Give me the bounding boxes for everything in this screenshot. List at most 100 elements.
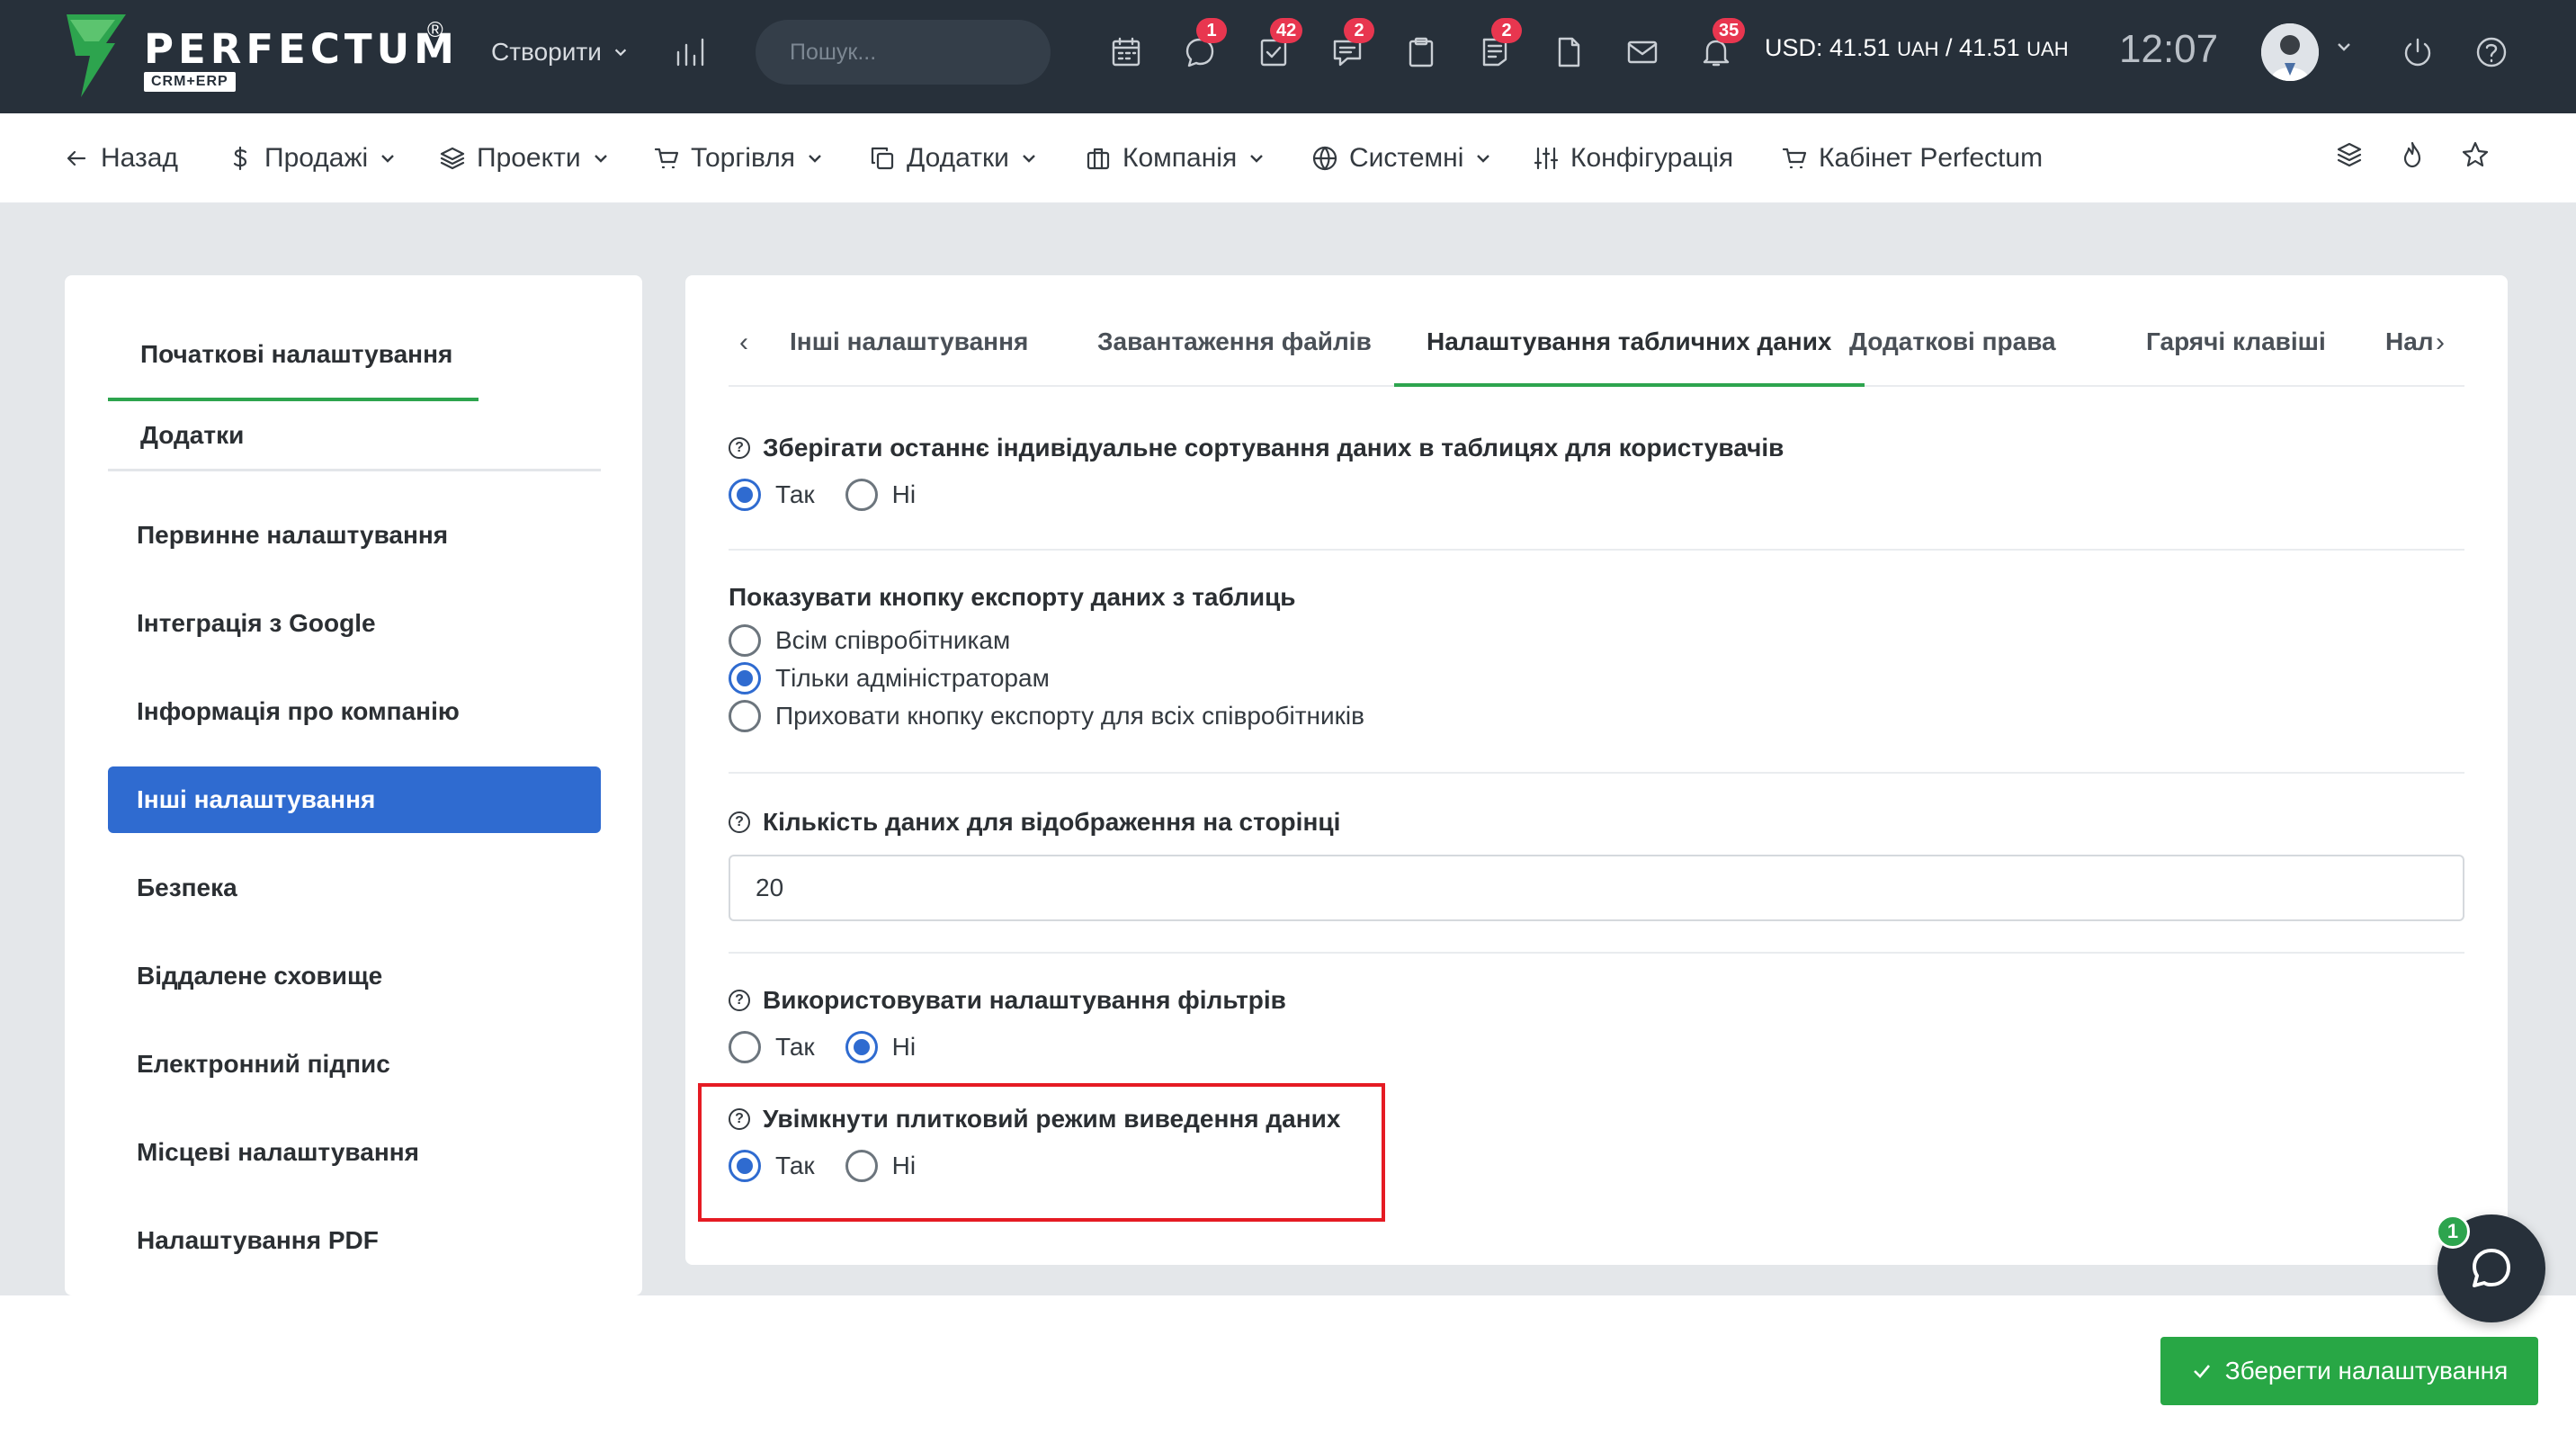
create-label: Створити	[491, 38, 602, 66]
radio-unchecked[interactable]	[729, 1031, 761, 1063]
sidebar-item-e-signature[interactable]: Електронний підпис	[108, 1031, 601, 1098]
nav-system-label: Системні	[1349, 143, 1464, 173]
tab-initial-settings[interactable]: Початкові налаштування	[108, 340, 479, 401]
logo-text: PERFECTUM	[144, 25, 459, 73]
nav-addons[interactable]: Додатки	[869, 140, 1038, 176]
sidebar-item-label: Первинне налаштування	[137, 521, 449, 549]
tab-label: Завантаження файлів	[1097, 327, 1372, 355]
help-icon[interactable]: ?	[729, 811, 750, 833]
clipboard-icon[interactable]	[1400, 31, 1443, 74]
sidebar-item-company-info[interactable]: Інформація про компанію	[108, 678, 601, 745]
export-all-radio[interactable]: Всім співробітникам	[729, 624, 2464, 657]
chevron-down-icon[interactable]	[2335, 38, 2353, 56]
radio-unchecked[interactable]	[845, 479, 878, 511]
tabs-next-arrow-icon[interactable]: ›	[2436, 327, 2445, 358]
search-box[interactable]	[756, 20, 1079, 85]
sort-yes-radio[interactable]: Так	[729, 479, 815, 511]
export-hide-radio[interactable]: Приховати кнопку експорту для всіх співр…	[729, 700, 2464, 732]
currency-rate: USD: 41.51 UAH / 41.51 UAH	[1765, 34, 2069, 62]
tab-hotkeys[interactable]: Гарячі клавіші	[2146, 318, 2326, 387]
tabs-prev-arrow-icon[interactable]: ‹	[739, 327, 748, 358]
export-admins-radio[interactable]: Тільки адміністраторам	[729, 662, 2464, 695]
currency-unit: UAH	[2026, 38, 2069, 60]
chevron-down-icon	[1477, 155, 1490, 163]
tab-additional-rights[interactable]: Додаткові права	[1849, 318, 2056, 387]
arrow-left-icon	[67, 150, 86, 166]
tasks-badge: 42	[1270, 18, 1303, 43]
main-navigation: Назад Продажі Проекти Торгівля Додатки К…	[0, 113, 2576, 203]
support-badge: 2	[1344, 18, 1374, 43]
nav-company[interactable]: Компанія	[1085, 140, 1266, 176]
star-icon[interactable]	[2461, 140, 2493, 173]
nav-cabinet[interactable]: Кабінет Perfectum	[1781, 140, 2043, 176]
sort-no-radio[interactable]: Ні	[845, 479, 916, 511]
sidebar-item-remote-storage[interactable]: Віддалене сховище	[108, 943, 601, 1009]
nav-projects[interactable]: Проекти	[439, 140, 610, 176]
logo-registered-mark: ®	[427, 18, 443, 42]
logo-mark-icon	[67, 14, 126, 97]
highlight-annotation-box	[698, 1083, 1385, 1222]
chat-icon[interactable]: 1	[1178, 18, 1227, 74]
perfectum-logo[interactable]: PERFECTUM ® CRM+ERP	[63, 13, 459, 99]
check-icon	[2193, 1365, 2210, 1378]
save-settings-button[interactable]: Зберегти налаштування	[2160, 1337, 2538, 1405]
sidebar-item-pdf-settings[interactable]: Налаштування PDF	[108, 1207, 601, 1274]
tasks-icon[interactable]: 42	[1252, 18, 1303, 74]
sidebar-item-security[interactable]: Безпека	[108, 855, 601, 921]
per-page-input[interactable]	[729, 855, 2464, 921]
help-icon[interactable]	[2470, 31, 2513, 74]
mail-icon[interactable]	[1621, 31, 1664, 74]
tab-label: Додаткові права	[1849, 327, 2056, 355]
logo-subtitle: CRM+ERP	[144, 72, 236, 92]
tab-addons[interactable]: Додатки	[108, 414, 601, 471]
sidebar-item-label: Інформація про компанію	[137, 697, 460, 725]
top-bar: PERFECTUM ® CRM+ERP Створити 1 42 2 2	[0, 0, 2576, 113]
nav-configuration[interactable]: Конфігурація	[1533, 140, 1733, 176]
power-icon[interactable]	[2396, 31, 2439, 74]
nav-sales[interactable]: Продажі	[227, 140, 397, 176]
document-icon[interactable]	[1547, 31, 1590, 74]
notes-icon[interactable]: 2	[1473, 18, 1522, 74]
tab-other-settings[interactable]: Інші налаштування	[790, 318, 1028, 387]
sidebar-item-primary-setup[interactable]: Первинне налаштування	[108, 502, 601, 569]
chevron-down-icon	[381, 155, 395, 163]
tab-file-upload[interactable]: Завантаження файлів	[1097, 318, 1372, 387]
nav-system[interactable]: Системні	[1311, 140, 1492, 176]
setting-label-text: Показувати кнопку експорту даних з табли…	[729, 583, 1296, 611]
radio-checked[interactable]	[845, 1031, 878, 1063]
filters-no-radio[interactable]: Ні	[845, 1031, 916, 1063]
create-dropdown-button[interactable]: Створити	[491, 32, 629, 72]
layers-icon[interactable]	[2335, 140, 2367, 173]
radio-checked[interactable]	[729, 479, 761, 511]
bell-icon[interactable]: 35	[1695, 18, 1746, 74]
nav-trade[interactable]: Торгівля	[653, 140, 824, 176]
nav-back[interactable]: Назад	[63, 140, 178, 176]
radio-unchecked[interactable]	[729, 700, 761, 732]
filters-yes-radio[interactable]: Так	[729, 1031, 815, 1063]
help-icon[interactable]: ?	[729, 437, 750, 459]
sidebar-item-google-integration[interactable]: Інтеграція з Google	[108, 590, 601, 657]
tab-label: Інші налаштування	[790, 327, 1029, 355]
settings-sidebar: Початкові налаштування Додатки Первинне …	[65, 275, 642, 1295]
sidebar-item-other-settings[interactable]: Інші налаштування	[108, 766, 601, 833]
user-avatar-icon	[2261, 23, 2319, 81]
radio-checked[interactable]	[729, 662, 761, 695]
search-input[interactable]	[790, 39, 1079, 66]
reports-chart-icon[interactable]	[669, 31, 712, 74]
tab-more[interactable]: Нал	[2385, 318, 2434, 387]
sliders-icon	[1534, 147, 1559, 170]
setting-save-sort-label: ? Зберігати останнє індивідуальне сортув…	[729, 434, 2464, 462]
setting-label-text: Використовувати налаштування фільтрів	[763, 986, 1286, 1014]
sidebar-item-label: Інтеграція з Google	[137, 609, 376, 637]
sidebar-item-local-settings[interactable]: Місцеві налаштування	[108, 1119, 601, 1186]
divider	[729, 952, 2464, 954]
avatar[interactable]	[2261, 23, 2319, 81]
fire-icon[interactable]	[2398, 140, 2430, 173]
radio-unchecked[interactable]	[729, 624, 761, 657]
calendar-icon[interactable]	[1105, 31, 1148, 74]
support-icon[interactable]: 2	[1326, 18, 1374, 74]
radio-label: Всім співробітникам	[775, 626, 1011, 654]
help-icon[interactable]: ?	[729, 990, 750, 1011]
setting-export-button: Показувати кнопку експорту даних з табли…	[729, 583, 2464, 732]
tab-table-data-settings[interactable]: Налаштування табличних даних	[1394, 318, 1865, 387]
